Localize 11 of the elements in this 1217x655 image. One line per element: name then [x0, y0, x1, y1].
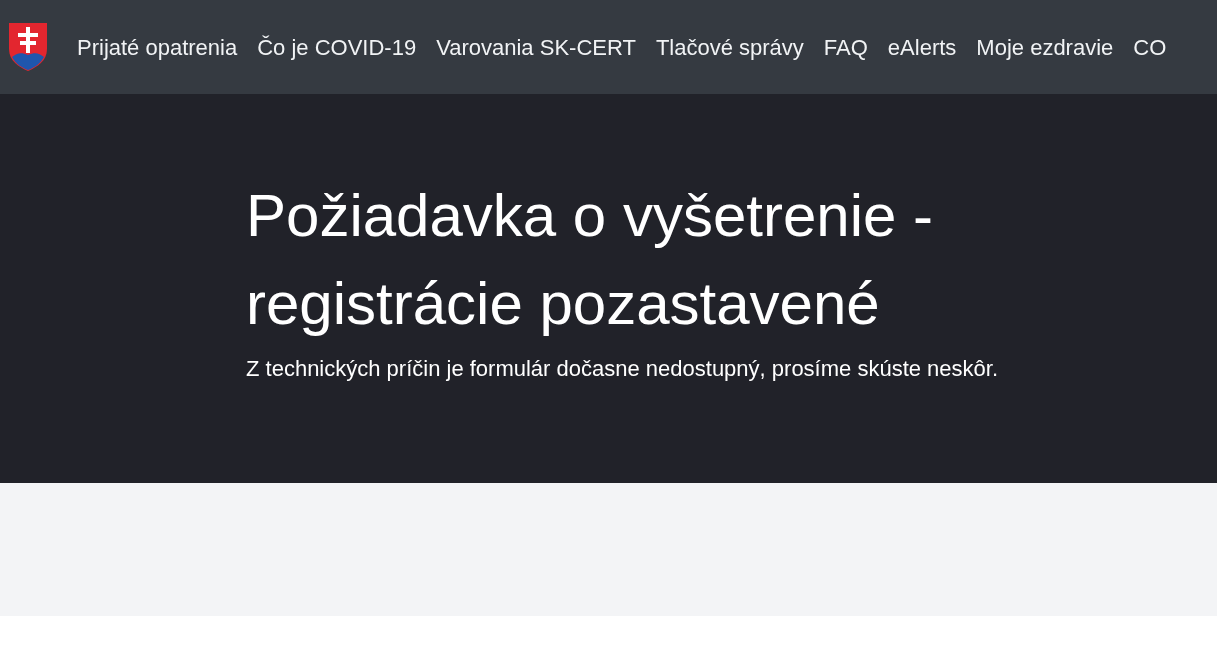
coat-of-arms-icon[interactable] [9, 23, 47, 71]
page-subtitle: Z technických príčin je formulár dočasne nedostupný, prosíme skúste neskôr. [246, 355, 1000, 383]
nav-link[interactable]: Čo je COVID-19 [257, 30, 417, 64]
nav-link[interactable]: Varovania SK-CERT [436, 30, 636, 64]
nav-link[interactable]: FAQ [823, 30, 868, 64]
nav-link[interactable]: Prijaté opatrenia [77, 30, 238, 64]
nav-link[interactable]: Moje ezdravie [976, 30, 1114, 64]
nav-link[interactable]: eAlerts [887, 30, 957, 64]
page-title: Požiadavka o vyšetrenie - registrácie pozastavené [246, 181, 934, 339]
nav-link[interactable]: CO [1133, 30, 1167, 64]
nav-link[interactable]: Tlačové správy [655, 30, 804, 64]
